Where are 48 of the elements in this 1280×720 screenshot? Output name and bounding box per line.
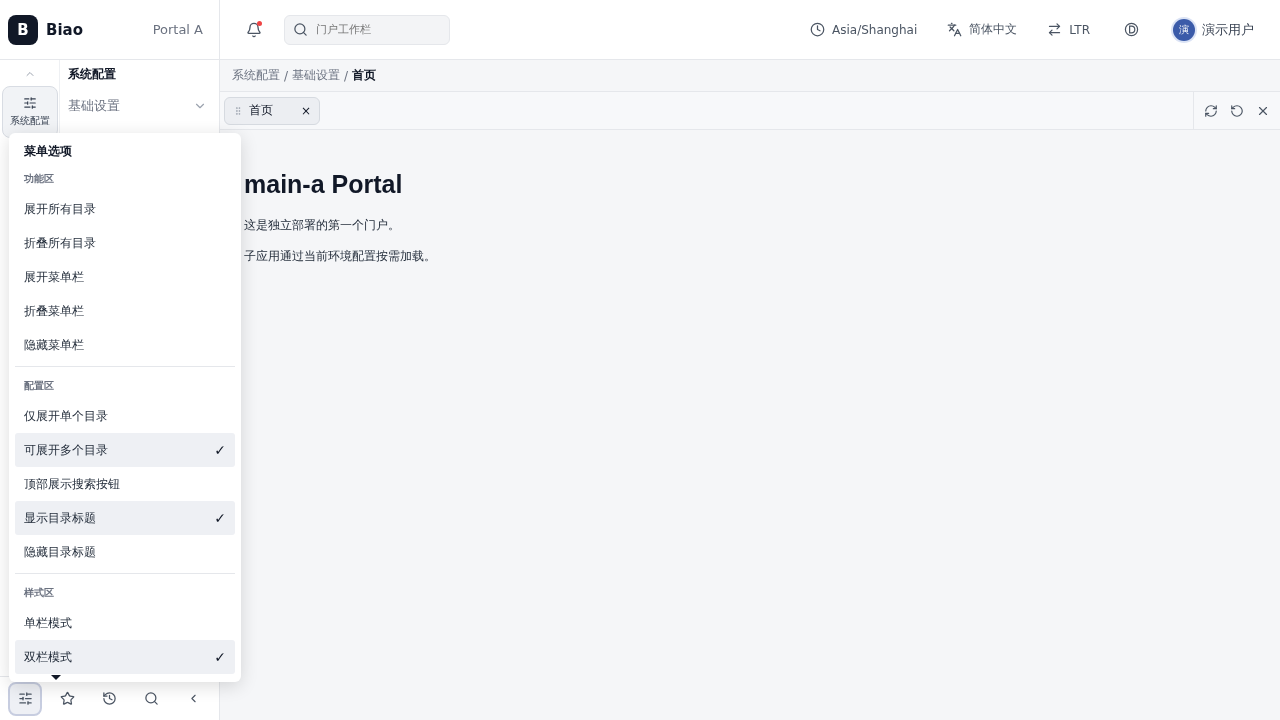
- menu-item[interactable]: 展开所有目录: [15, 192, 235, 226]
- search-box[interactable]: 门户工作栏: [284, 14, 450, 45]
- logo: B: [8, 14, 38, 45]
- search-field[interactable]: 门户工作栏: [314, 22, 434, 37]
- clock-icon: [810, 22, 825, 37]
- menu-section-title: 功能区: [23, 172, 55, 186]
- brand-name: Biao: [46, 20, 83, 39]
- menu-section-title: 配置区: [23, 379, 55, 393]
- menu-item[interactable]: 可展开多个目录 ✓: [15, 433, 235, 467]
- grip-icon: [233, 105, 243, 116]
- menu-item[interactable]: 仅展开单个目录: [15, 399, 235, 433]
- submenu-item[interactable]: 基础设置: [68, 97, 211, 115]
- menu-item[interactable]: 双栏模式 ✓: [15, 640, 235, 674]
- check-icon: ✓: [214, 442, 226, 458]
- breadcrumb-separator: /: [284, 68, 289, 83]
- breadcrumb-item: 首页: [352, 67, 377, 84]
- search-icon: [293, 22, 308, 37]
- breadcrumb-item[interactable]: 基础设置: [292, 67, 341, 84]
- paragraph: 子应用通过当前环境配置按需加载。: [244, 248, 437, 265]
- menu-section-title: 样式区: [23, 586, 55, 600]
- direction-button[interactable]: LTR: [1047, 22, 1090, 37]
- menu-item[interactable]: 展开菜单栏: [15, 260, 235, 294]
- page-heading: main-a Portal: [244, 170, 404, 199]
- menu-title: 菜单选项: [23, 143, 73, 160]
- arrows-icon: [1047, 22, 1063, 37]
- settings-icon[interactable]: [8, 681, 43, 716]
- language-button[interactable]: 简体中文: [947, 21, 1018, 38]
- check-icon: ✓: [214, 649, 226, 665]
- translate-icon: [947, 22, 963, 37]
- submenu-title: 系统配置: [68, 66, 117, 83]
- settings-icon: [22, 96, 37, 110]
- menu-item[interactable]: 顶部展示搜索按钮: [15, 467, 235, 501]
- page-tab[interactable]: 首页 ×: [224, 96, 320, 125]
- menu-item[interactable]: 隐藏目录标题: [15, 535, 235, 569]
- menu-item[interactable]: 显示目录标题 ✓: [15, 501, 235, 535]
- menu-item[interactable]: 单栏模式: [15, 606, 235, 640]
- user-menu[interactable]: 演 演示用户: [1173, 18, 1254, 41]
- menu-item[interactable]: 折叠菜单栏: [15, 294, 235, 328]
- rail-item[interactable]: 系统配置: [1, 86, 58, 138]
- timezone-button[interactable]: Asia/Shanghai: [810, 22, 918, 37]
- breadcrumb-item[interactable]: 系统配置: [232, 67, 280, 84]
- check-icon: ✓: [214, 510, 226, 526]
- portal-name: Portal A: [152, 22, 203, 37]
- breadcrumb-separator: /: [344, 68, 349, 83]
- menu-item[interactable]: 折叠所有目录: [15, 226, 235, 260]
- popover-pointer: [51, 675, 61, 680]
- menu-item[interactable]: 隐藏菜单栏: [15, 328, 235, 362]
- paragraph: 这是独立部署的第一个门户。: [244, 217, 401, 234]
